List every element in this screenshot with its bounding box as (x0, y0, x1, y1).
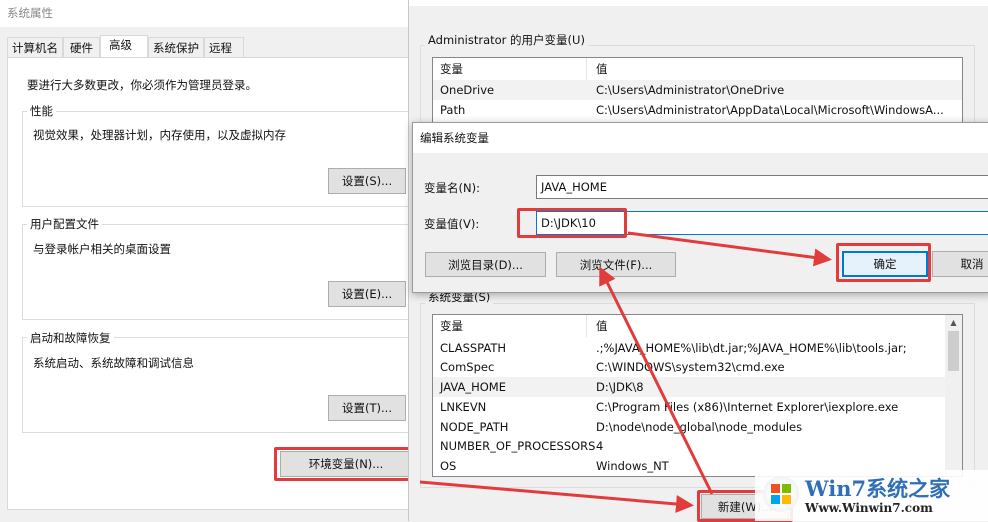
arrow-to-new (419, 480, 694, 513)
watermark-brand: Win7系统之家 (805, 476, 951, 501)
annotation-arrows (419, 231, 832, 513)
arrow-to-value (599, 266, 714, 495)
watermark-url: Www.Winwin7.com (805, 501, 933, 515)
watermark: Win7系统之家 Www.Winwin7.com (755, 470, 988, 521)
arrow-to-ok (627, 231, 832, 267)
windows-logo-icon (763, 476, 799, 512)
